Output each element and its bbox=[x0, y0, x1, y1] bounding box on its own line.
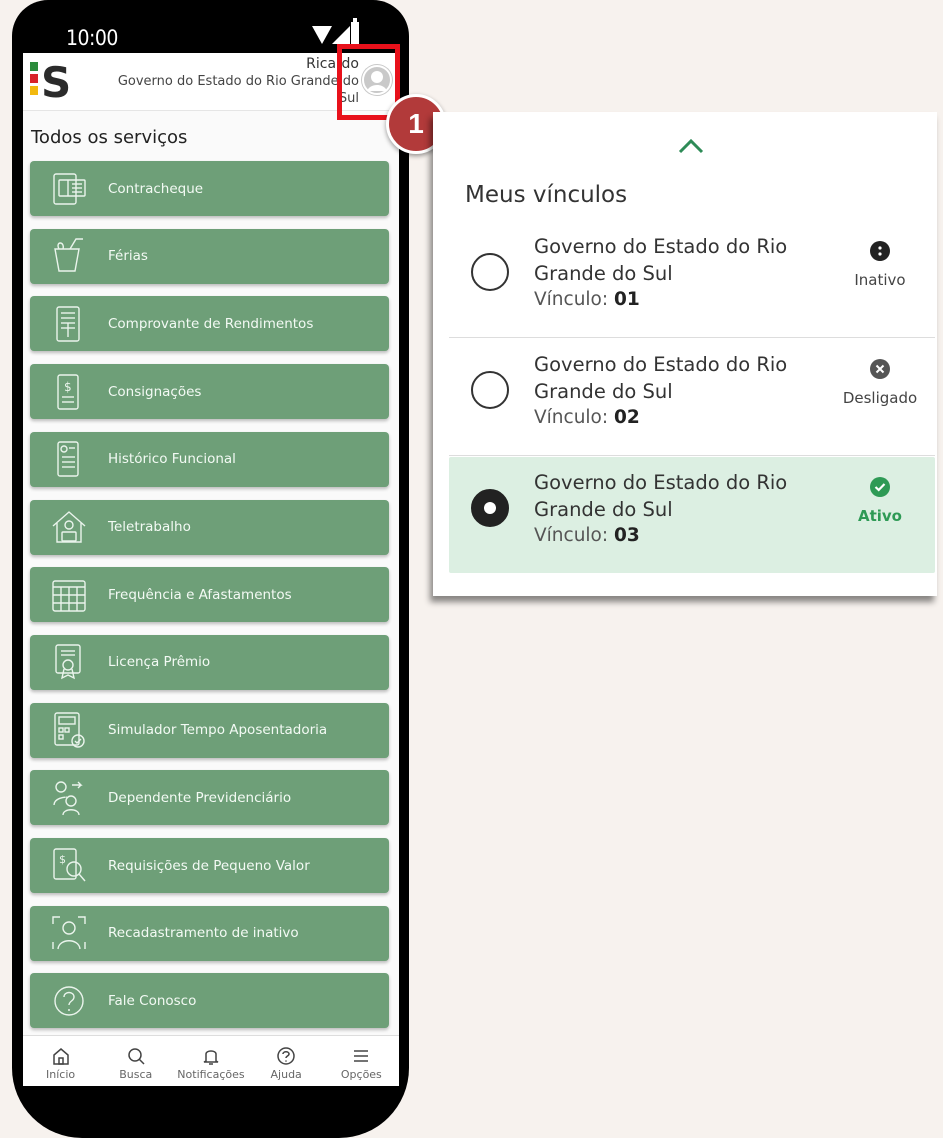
pause-circle-icon bbox=[870, 241, 890, 261]
nav-item-busca[interactable]: Busca bbox=[98, 1036, 173, 1086]
bond-status: Ativo bbox=[825, 477, 935, 525]
service-item-label: Licença Prêmio bbox=[108, 654, 211, 671]
bond-organization: Governo do Estado do Rio Grande do Sul bbox=[534, 235, 788, 285]
bond-number-line: Vínculo: 03 bbox=[534, 525, 640, 546]
nav-item-label: Notificações bbox=[177, 1068, 245, 1081]
bond-radio[interactable] bbox=[471, 489, 509, 527]
svg-text:$: $ bbox=[64, 380, 72, 394]
services-content: Todos os serviços Contracheque Férias Comp… bbox=[23, 111, 399, 1051]
wifi-icon bbox=[312, 26, 332, 44]
service-item[interactable]: Contracheque bbox=[30, 161, 389, 216]
bond-organization: Governo do Estado do Rio Grande do Sul bbox=[534, 471, 788, 521]
nav-item-notificaes[interactable]: Notificações bbox=[173, 1036, 248, 1086]
certificate-icon bbox=[50, 643, 88, 681]
service-item-label: Comprovante de Rendimentos bbox=[108, 315, 314, 332]
bond-organization: Governo do Estado do Rio Grande do Sul bbox=[534, 353, 788, 403]
bond-number-label: Vínculo: bbox=[534, 407, 609, 428]
service-item[interactable]: Teletrabalho bbox=[30, 499, 389, 555]
service-item-label: Consignações bbox=[108, 383, 202, 400]
bond-number-label: Vínculo: bbox=[534, 525, 609, 546]
paycheck-icon bbox=[50, 170, 88, 208]
dependents-icon bbox=[50, 779, 88, 817]
service-item[interactable]: Frequência e Afastamentos bbox=[30, 567, 389, 623]
bond-status: Inativo bbox=[825, 241, 935, 289]
bond-option[interactable]: Governo do Estado do Rio Grande do Sul Ví… bbox=[449, 457, 935, 573]
service-item-label: Frequência e Afastamentos bbox=[108, 586, 292, 603]
bond-status: Desligado bbox=[825, 359, 935, 407]
bond-status-label: Inativo bbox=[854, 271, 906, 289]
service-item[interactable]: Histórico Funcional bbox=[30, 431, 389, 487]
status-time: 10:00 bbox=[66, 26, 118, 50]
service-item[interactable]: Comprovante de Rendimentos bbox=[30, 296, 389, 352]
service-item[interactable]: Dependente Previdenciário bbox=[30, 770, 389, 826]
battery-icon bbox=[351, 18, 359, 45]
service-item-label: Fale Conosco bbox=[108, 992, 197, 1009]
drink-icon bbox=[50, 237, 88, 275]
loan-document-icon: $ bbox=[50, 373, 88, 411]
bonds-panel: Meus vínculos Governo do Estado do Rio G… bbox=[433, 112, 937, 596]
nav-item-incio[interactable]: Início bbox=[23, 1036, 98, 1086]
phone-frame: 10:00 S Ricardo Governo do Estado do Rio… bbox=[12, 0, 409, 1138]
bond-status-label: Ativo bbox=[857, 507, 902, 525]
nav-item-label: Ajuda bbox=[270, 1068, 302, 1081]
nav-item-label: Início bbox=[46, 1068, 76, 1081]
bonds-panel-title: Meus vínculos bbox=[465, 182, 628, 208]
user-organization: Governo do Estado do Rio Grande do Sul bbox=[117, 74, 359, 106]
service-item[interactable]: $ Requisições de Pequeno Valor bbox=[30, 838, 389, 893]
nav-item-opes[interactable]: Opções bbox=[324, 1036, 399, 1086]
service-item[interactable]: Recadastramento de inativo bbox=[30, 905, 389, 961]
service-item-label: Recadastramento de inativo bbox=[108, 925, 299, 942]
close-circle-icon bbox=[870, 359, 890, 379]
service-item-label: Teletrabalho bbox=[108, 519, 191, 535]
app-screen: S Ricardo Governo do Estado do Rio Grand… bbox=[23, 53, 399, 1086]
bond-number-line: Vínculo: 01 bbox=[534, 289, 640, 310]
service-item-label: Requisições de Pequeno Valor bbox=[108, 857, 310, 874]
search-icon bbox=[128, 1048, 145, 1065]
bottom-navigation: Início Busca Notificações Ajuda Opções bbox=[23, 1035, 399, 1086]
help-icon bbox=[50, 982, 88, 1020]
bond-status-label: Desligado bbox=[842, 389, 918, 407]
chevron-up-icon[interactable] bbox=[677, 137, 705, 155]
menu-icon bbox=[354, 1050, 369, 1062]
search-document-icon: $ bbox=[50, 847, 88, 885]
nav-item-ajuda[interactable]: Ajuda bbox=[249, 1036, 324, 1086]
bond-option[interactable]: Governo do Estado do Rio Grande do Sul Ví… bbox=[449, 339, 935, 456]
service-item[interactable]: Férias bbox=[30, 228, 389, 284]
home-icon bbox=[52, 1048, 69, 1065]
service-item-label: Férias bbox=[108, 248, 148, 265]
service-item[interactable]: Simulador Tempo Aposentadoria bbox=[30, 702, 389, 758]
service-item-label: Histórico Funcional bbox=[108, 451, 236, 468]
bond-number: 01 bbox=[614, 289, 640, 310]
service-item-label: Dependente Previdenciário bbox=[108, 789, 292, 806]
bond-radio[interactable] bbox=[471, 253, 509, 291]
nav-item-label: Opções bbox=[340, 1068, 382, 1081]
bond-number-label: Vínculo: bbox=[534, 289, 609, 310]
calendar-icon bbox=[50, 576, 88, 614]
face-scan-icon bbox=[50, 914, 88, 952]
svg-text:S: S bbox=[41, 58, 71, 102]
signal-icon bbox=[332, 26, 350, 44]
bond-option[interactable]: Governo do Estado do Rio Grande do Sul Ví… bbox=[449, 221, 935, 338]
svg-text:$: $ bbox=[59, 853, 66, 866]
bond-number: 03 bbox=[614, 525, 640, 546]
bell-icon bbox=[203, 1050, 219, 1065]
remote-work-icon bbox=[50, 508, 88, 546]
help-circle-icon bbox=[277, 1047, 295, 1065]
service-item[interactable]: $ Consignações bbox=[30, 364, 389, 420]
bond-radio[interactable] bbox=[471, 371, 509, 409]
calculator-icon bbox=[50, 711, 88, 749]
service-item[interactable]: Licença Prêmio bbox=[30, 634, 389, 690]
employment-history-icon bbox=[50, 440, 88, 478]
services-title: Todos os serviços bbox=[31, 127, 188, 148]
bond-number-line: Vínculo: 02 bbox=[534, 407, 640, 428]
app-logo: S bbox=[30, 58, 71, 102]
service-item-label: Contracheque bbox=[108, 180, 204, 197]
nav-item-label: Busca bbox=[119, 1068, 153, 1081]
service-item[interactable]: Fale Conosco bbox=[30, 973, 389, 1029]
income-statement-icon bbox=[50, 305, 88, 343]
check-circle-icon bbox=[870, 477, 890, 497]
service-item-label: Simulador Tempo Aposentadoria bbox=[108, 722, 328, 739]
bond-number: 02 bbox=[614, 407, 640, 428]
